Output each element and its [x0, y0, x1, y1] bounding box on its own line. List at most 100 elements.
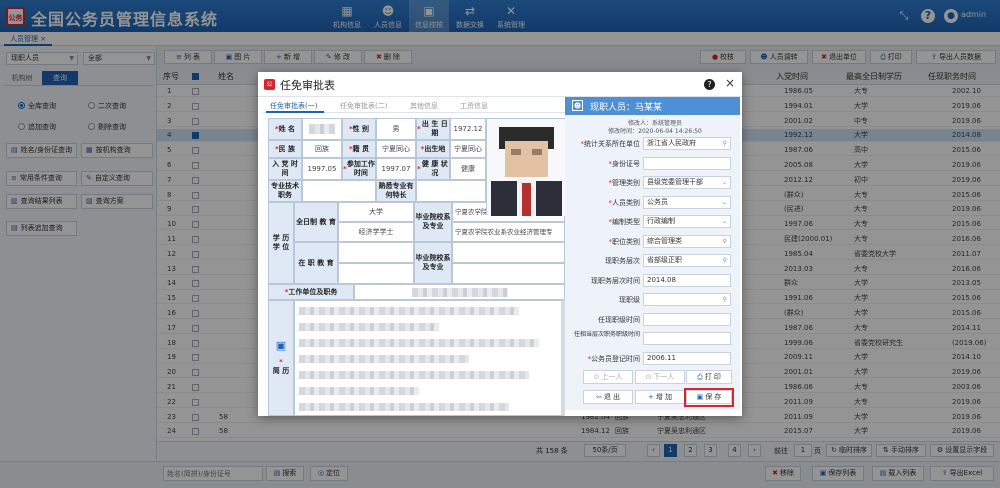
tab-approval-form-1[interactable]: 任免审批表(一)	[270, 101, 317, 111]
redacted-text	[299, 371, 529, 379]
search-icon[interactable]: ⚲	[723, 294, 727, 305]
field-label: *管理类别	[566, 178, 641, 188]
redacted-text	[299, 355, 469, 363]
document-icon: ▣	[275, 338, 287, 352]
field-label: *职位类别	[566, 237, 641, 247]
field-input[interactable]	[643, 156, 731, 170]
chevron-down-icon[interactable]: ⌄	[722, 216, 727, 227]
value-inservice-school-1[interactable]	[452, 242, 565, 263]
value-nation[interactable]: 回族	[302, 140, 342, 158]
modal-title: 任免审批表	[280, 79, 335, 92]
value-specialty[interactable]	[416, 180, 486, 202]
arrow-up-icon: ⊙	[593, 373, 600, 381]
value-resume[interactable]	[294, 300, 565, 416]
redacted-text	[299, 307, 519, 315]
field-label-text: 任相当层次职务职级时间	[573, 331, 640, 338]
value-inservice-school-2[interactable]	[452, 263, 565, 284]
field-label: *编制类型	[566, 217, 641, 227]
label-specialty: 熟悉专业有何特长	[376, 180, 416, 202]
help-icon[interactable]: ?	[704, 79, 715, 90]
tab-other-info[interactable]: 其他信息	[410, 101, 438, 111]
label-inservice-edu: 在 职 教 育	[294, 242, 338, 284]
field-input[interactable]: 2006.11	[643, 351, 731, 365]
person-photo[interactable]	[486, 118, 566, 216]
redacted-text	[299, 339, 539, 347]
label-resume: ▣ * 简 历	[268, 300, 294, 416]
label-tech-title: 专业技术职务	[268, 180, 302, 202]
value-party-time[interactable]: 1997.05	[302, 158, 342, 180]
person-card-icon: ☻	[572, 100, 583, 111]
modify-time-text: 修改时间：2020-06-04 14:26:50	[608, 128, 702, 135]
chevron-down-icon[interactable]: ⌄	[722, 197, 727, 208]
label-name: * 姓 名	[268, 118, 302, 140]
field-lookup[interactable]: 浙江省人民政府 ⚲	[643, 137, 731, 150]
value-health[interactable]: 健康	[450, 158, 486, 180]
print-form-button[interactable]: ⎙ 打 印	[686, 370, 732, 384]
search-icon[interactable]: ⚲	[723, 255, 727, 266]
label-education: 学 历 学 位	[268, 202, 294, 284]
field-label-text: 身份证号	[612, 159, 640, 168]
value-name[interactable]	[302, 118, 342, 140]
label-work-time: * 参加工作时间	[342, 158, 376, 180]
field-label-text: 统计关系所在单位	[584, 140, 640, 148]
field-label: 任现职级时间	[566, 315, 640, 325]
redacted-text	[299, 323, 439, 331]
label-nation: * 民 族	[268, 140, 302, 158]
chevron-down-icon[interactable]: ⌄	[722, 177, 727, 188]
field-label: *人员类别	[566, 198, 641, 208]
redacted-text	[411, 287, 508, 297]
photo-image	[487, 119, 566, 216]
label-job-unit: * 工作单位及职务	[268, 284, 354, 300]
value-inservice-degree[interactable]	[338, 242, 414, 263]
value-birthplace[interactable]: 宁夏同心	[450, 140, 486, 158]
field-value: 综合管理类	[647, 236, 682, 245]
field-label-text: 编制类型	[612, 218, 640, 226]
prev-person-button[interactable]: ⊙ 上一人	[583, 370, 633, 384]
value-tech-title[interactable]	[302, 180, 376, 202]
field-lookup[interactable]: 综合管理类 ⚲	[643, 234, 731, 248]
field-value: 公务员	[647, 197, 668, 206]
field-label-text: 人员类别	[612, 198, 640, 207]
field-label: 现职务层次时间	[566, 276, 640, 286]
exit-button[interactable]: ⇦ 退 出	[583, 390, 633, 404]
value-sex[interactable]: 男	[376, 118, 416, 140]
redacted-text	[299, 403, 509, 411]
field-lookup[interactable]: 省部级正职 ⚲	[643, 254, 731, 267]
tab-approval-form-2[interactable]: 任免审批表(二)	[340, 101, 387, 111]
print-icon: ⎙	[697, 373, 703, 381]
next-person-button[interactable]: ⊙ 下一人	[635, 370, 685, 384]
tab-salary-info[interactable]: 工资信息	[460, 101, 488, 111]
value-fulltime-degree[interactable]: 大学	[338, 202, 414, 222]
add-form-button[interactable]: + 增 加	[635, 390, 685, 404]
field-value: 县级党委管理干部	[647, 178, 703, 186]
redacted-text	[299, 387, 419, 395]
redacted-text	[309, 124, 335, 134]
value-fulltime-school-2[interactable]: 宁夏农学院农业系农业经济管理专	[452, 222, 565, 242]
value-native-place[interactable]: 宁夏同心	[376, 140, 416, 158]
value-job-unit[interactable]	[354, 284, 565, 300]
field-input[interactable]	[643, 312, 731, 326]
search-icon[interactable]: ⚲	[723, 236, 727, 247]
value-fulltime-bachelor[interactable]: 经济学学士	[338, 222, 414, 242]
field-value: 2014.08	[647, 275, 676, 284]
field-lookup[interactable]: ⚲	[643, 293, 731, 306]
field-select[interactable]: 行政编制 ⌄	[643, 215, 731, 228]
field-label: *统计关系所在单位	[566, 139, 641, 149]
field-label-text: 任现职级时间	[598, 315, 640, 324]
value-birth[interactable]: 1972.12	[450, 118, 486, 140]
save-highlight-box	[684, 388, 734, 407]
value-work-time[interactable]: 1997.07	[376, 158, 416, 180]
search-icon[interactable]: ⚲	[723, 138, 727, 149]
close-icon[interactable]: ×	[725, 76, 735, 90]
label-health: * 健 康 状 况	[416, 158, 450, 180]
field-input[interactable]: 2014.08	[643, 273, 731, 287]
current-person-title: 现职人员：马某某	[590, 103, 663, 113]
field-value: 行政编制	[647, 217, 675, 225]
field-select[interactable]: 县级党委管理干部 ⌄	[643, 176, 731, 189]
field-select[interactable]: 公务员 ⌄	[643, 195, 731, 209]
arrow-down-icon: ⊙	[645, 373, 652, 381]
value-inservice-bachelor[interactable]	[338, 263, 414, 284]
field-input[interactable]	[643, 332, 731, 345]
field-label-text: 公务员登记时间	[591, 354, 640, 363]
label-inservice-school: 毕业院校系及专业	[414, 242, 452, 284]
